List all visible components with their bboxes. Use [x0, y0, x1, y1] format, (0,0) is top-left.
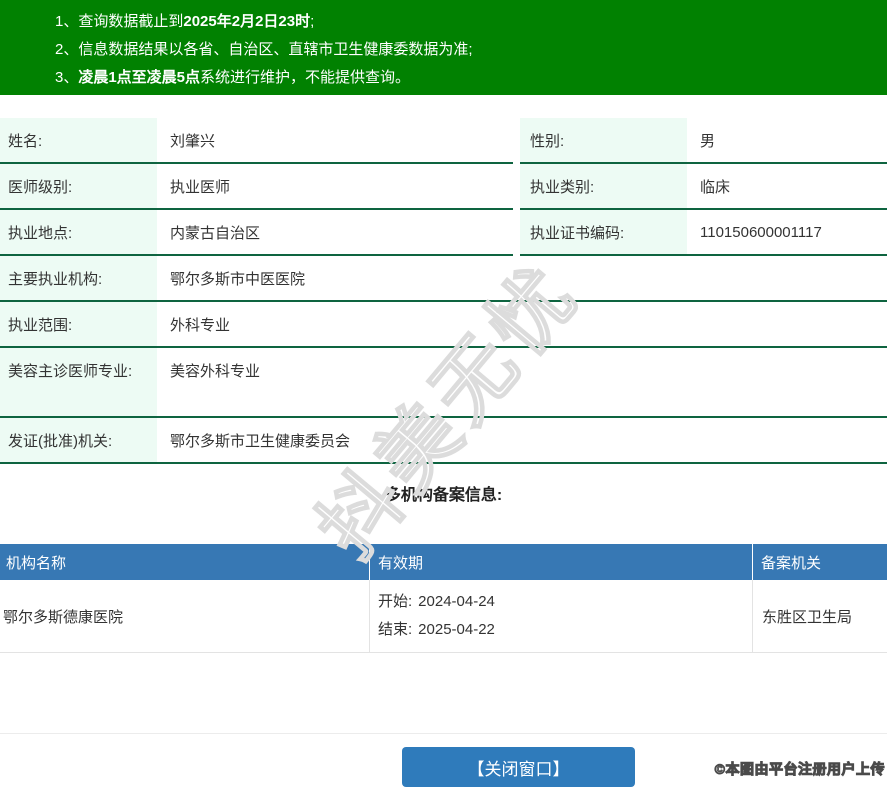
practitioner-profile: 姓名: 刘肇兴 性别: 男 医师级别: 执业医师 执业类别: 临床 执业地点: … [0, 118, 887, 464]
cosmetic-specialty-value: 美容外科专业 [157, 348, 887, 416]
record-authority: 东胜区卫生局 [753, 580, 887, 652]
table-row: 执业地点: 内蒙古自治区 执业证书编码: 110150600001117 [0, 210, 887, 256]
notice-1-suffix: ; [310, 13, 314, 30]
gender-value: 男 [687, 118, 887, 162]
table-row: 美容主诊医师专业: 美容外科专业 [0, 348, 887, 418]
doctor-level-value: 执业医师 [157, 164, 513, 208]
name-label: 姓名: [0, 118, 157, 162]
validity-end: 结束:2025-04-22 [378, 616, 752, 644]
footer-divider [0, 733, 887, 734]
practice-scope-value: 外科专业 [157, 302, 887, 346]
platform-upload-watermark: ©本图由平台注册用户上传 [715, 759, 885, 779]
practice-category-value: 临床 [687, 164, 887, 208]
record-table-header: 机构名称 有效期 备案机关 [0, 544, 887, 580]
column-gap [513, 164, 520, 210]
header-record-authority: 备案机关 [753, 544, 887, 580]
issuing-authority-value: 鄂尔多斯市卫生健康委员会 [157, 418, 887, 462]
notice-banner: 1、查询数据截止到2025年2月2日23时; 2、信息数据结果以各省、自治区、直… [0, 0, 887, 95]
cosmetic-specialty-label: 美容主诊医师专业: [0, 348, 157, 416]
notice-3-bold: 凌晨1点至凌晨5点 [78, 69, 200, 86]
doctor-level-label: 医师级别: [0, 164, 157, 208]
practice-location-value: 内蒙古自治区 [157, 210, 513, 254]
name-value: 刘肇兴 [157, 118, 513, 162]
header-validity-period: 有效期 [370, 544, 753, 580]
notice-line-2: 2、信息数据结果以各省、自治区、直辖市卫生健康委数据为准; [55, 36, 887, 64]
multi-org-record-table: 机构名称 有效期 备案机关 鄂尔多斯德康医院 开始:2024-04-24 结束:… [0, 544, 887, 653]
notice-line-3: 3、凌晨1点至凌晨5点系统进行维护，不能提供查询。 [55, 64, 887, 92]
notice-1-text: 查询数据截止到 [78, 13, 183, 30]
notice-2-text: 信息数据结果以各省、自治区、直辖市卫生健康委数据为准; [78, 41, 472, 58]
practice-location-label: 执业地点: [0, 210, 157, 254]
practice-category-label: 执业类别: [520, 164, 687, 208]
notice-3-number: 3、 [55, 69, 78, 86]
certificate-number-value: 110150600001117 [687, 210, 887, 254]
notice-3-suffix: 系统进行维护，不能提供查询。 [200, 69, 410, 86]
notice-line-1: 1、查询数据截止到2025年2月2日23时; [55, 8, 887, 36]
table-row: 发证(批准)机关: 鄂尔多斯市卫生健康委员会 [0, 418, 887, 464]
main-org-value: 鄂尔多斯市中医医院 [157, 256, 887, 300]
table-row: 鄂尔多斯德康医院 开始:2024-04-24 结束:2025-04-22 东胜区… [0, 580, 887, 653]
column-gap [513, 210, 520, 256]
certificate-number-label: 执业证书编码: [520, 210, 687, 254]
multi-org-section-title: 多机构备案信息: [0, 485, 887, 507]
table-row: 姓名: 刘肇兴 性别: 男 [0, 118, 887, 164]
notice-1-number: 1、 [55, 13, 78, 30]
record-org-name: 鄂尔多斯德康医院 [0, 580, 370, 652]
header-org-name: 机构名称 [0, 544, 370, 580]
issuing-authority-label: 发证(批准)机关: [0, 418, 157, 462]
notice-2-number: 2、 [55, 41, 78, 58]
gender-label: 性别: [520, 118, 687, 162]
close-window-button[interactable]: 【关闭窗口】 [402, 747, 635, 787]
column-gap [513, 118, 520, 164]
main-org-label: 主要执业机构: [0, 256, 157, 300]
table-row: 执业范围: 外科专业 [0, 302, 887, 348]
table-row: 医师级别: 执业医师 执业类别: 临床 [0, 164, 887, 210]
validity-start: 开始:2024-04-24 [378, 588, 752, 616]
practice-scope-label: 执业范围: [0, 302, 157, 346]
table-row: 主要执业机构: 鄂尔多斯市中医医院 [0, 256, 887, 302]
record-validity-period: 开始:2024-04-24 结束:2025-04-22 [370, 580, 753, 652]
notice-1-bold: 2025年2月2日23时 [183, 13, 310, 30]
